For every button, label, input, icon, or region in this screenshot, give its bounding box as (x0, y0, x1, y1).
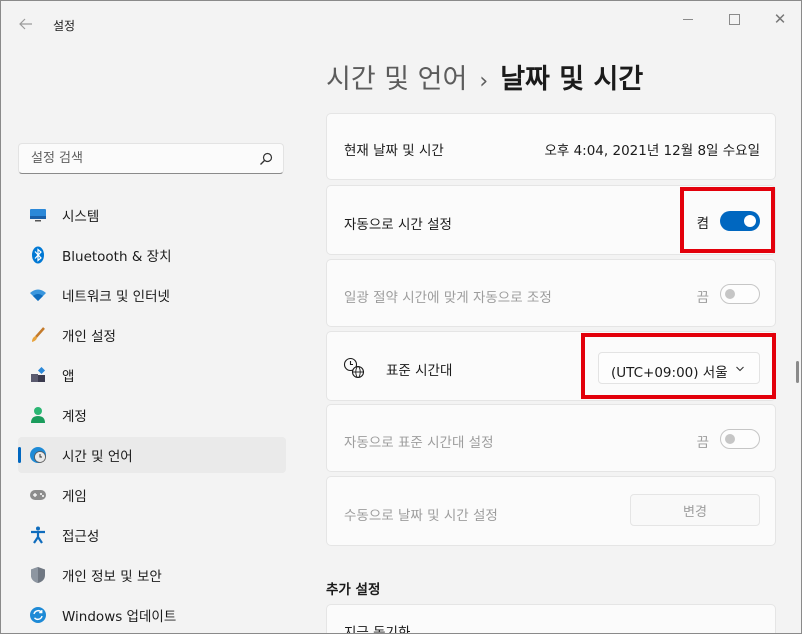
page-title: 날짜 및 시간 (500, 64, 644, 95)
close-button[interactable]: ✕ (757, 7, 801, 31)
sidebar-item-gaming[interactable]: 게임 (18, 477, 286, 513)
accessibility-icon (29, 526, 47, 544)
settings-search-box[interactable] (18, 143, 284, 174)
sidebar-item-label: 접근성 (62, 529, 100, 545)
toggle-knob (725, 289, 735, 299)
sidebar-item-personalization[interactable]: 개인 설정 (18, 317, 286, 353)
auto-timezone-label: 자동으로 표준 시간대 설정 (344, 435, 494, 451)
sync-card: 지금 동기화 (326, 604, 776, 633)
dst-label: 일광 절약 시간에 맞게 자동으로 조정 (344, 290, 552, 306)
change-button[interactable]: 변경 (630, 494, 760, 526)
current-time-label: 현재 날짜 및 시간 (344, 143, 444, 159)
sidebar-nav: 시스템 Bluetooth & 장치 네트워크 및 인터넷 개인 설정 앱 계정… (18, 197, 286, 633)
sidebar-item-label: 게임 (62, 489, 87, 505)
maximize-icon (728, 13, 740, 25)
shield-icon (29, 566, 47, 584)
breadcrumb-parent[interactable]: 시간 및 언어 (326, 64, 467, 95)
account-icon (29, 406, 47, 424)
additional-settings-heading: 추가 설정 (326, 582, 381, 598)
sidebar-item-windows-update[interactable]: Windows 업데이트 (18, 597, 286, 633)
apps-icon (29, 366, 47, 384)
dst-card: 일광 절약 시간에 맞게 자동으로 조정 끔 (326, 259, 776, 327)
maximize-button[interactable] (711, 7, 757, 31)
minimize-icon (683, 18, 693, 20)
auto-time-label: 자동으로 시간 설정 (344, 217, 452, 233)
auto-timezone-state: 끔 (696, 435, 709, 451)
wifi-icon (29, 286, 47, 304)
scrollbar-thumb[interactable] (796, 361, 799, 383)
sidebar-item-accounts[interactable]: 계정 (18, 397, 286, 433)
sidebar-item-label: 시간 및 언어 (62, 449, 133, 465)
sidebar-item-apps[interactable]: 앱 (18, 357, 286, 393)
sidebar-item-system[interactable]: 시스템 (18, 197, 286, 233)
auto-timezone-card: 자동으로 표준 시간대 설정 끔 (326, 404, 776, 472)
sidebar-item-label: 개인 정보 및 보안 (62, 569, 162, 585)
auto-timezone-toggle[interactable] (720, 429, 760, 449)
manual-time-card: 수동으로 날짜 및 시간 설정 변경 (326, 476, 776, 546)
brush-icon (29, 326, 47, 344)
sync-now-label[interactable]: 지금 동기화 (344, 621, 410, 633)
system-icon (29, 206, 47, 224)
search-icon[interactable] (259, 152, 273, 166)
toggle-knob (725, 434, 735, 444)
bluetooth-icon (29, 246, 47, 264)
breadcrumb: 시간 및 언어 › 날짜 및 시간 (326, 57, 643, 96)
timezone-label: 표준 시간대 (386, 363, 453, 379)
sidebar-item-label: 시스템 (62, 209, 100, 225)
minimize-button[interactable] (665, 7, 711, 31)
settings-window: 설정 ✕ 시스템 Bluetooth & 장치 네트워크 및 인터 (0, 0, 802, 634)
sidebar-item-label: 네트워크 및 인터넷 (62, 289, 170, 305)
current-time-card: 현재 날짜 및 시간 오후 4:04, 2021년 12월 8일 수요일 (326, 113, 776, 180)
sidebar-item-network[interactable]: 네트워크 및 인터넷 (18, 277, 286, 313)
sidebar-item-label: 개인 설정 (62, 329, 116, 345)
sidebar-item-time-language[interactable]: 시간 및 언어 (18, 437, 286, 473)
auto-time-highlight (680, 187, 775, 253)
sidebar-item-label: Windows 업데이트 (62, 609, 177, 625)
timezone-highlight (581, 333, 776, 399)
sidebar-item-label: 앱 (62, 369, 75, 385)
manual-time-label: 수동으로 날짜 및 시간 설정 (344, 508, 498, 524)
back-button[interactable] (13, 11, 39, 37)
dst-toggle[interactable] (720, 284, 760, 304)
update-icon (29, 606, 47, 624)
time-language-icon (29, 446, 47, 464)
gamepad-icon (29, 486, 47, 504)
sidebar-item-bluetooth[interactable]: Bluetooth & 장치 (18, 237, 286, 273)
breadcrumb-separator: › (479, 69, 489, 94)
close-icon: ✕ (773, 9, 787, 28)
app-title: 설정 (53, 19, 76, 33)
search-input[interactable] (29, 150, 253, 167)
sidebar-item-label: Bluetooth & 장치 (62, 249, 172, 265)
current-time-value: 오후 4:04, 2021년 12월 8일 수요일 (544, 143, 760, 159)
dst-state: 끔 (696, 290, 709, 306)
clock-globe-icon (343, 357, 365, 379)
back-arrow-icon (19, 18, 32, 30)
sidebar-item-privacy[interactable]: 개인 정보 및 보안 (18, 557, 286, 593)
sidebar-item-label: 계정 (62, 409, 87, 425)
sidebar-item-accessibility[interactable]: 접근성 (18, 517, 286, 553)
